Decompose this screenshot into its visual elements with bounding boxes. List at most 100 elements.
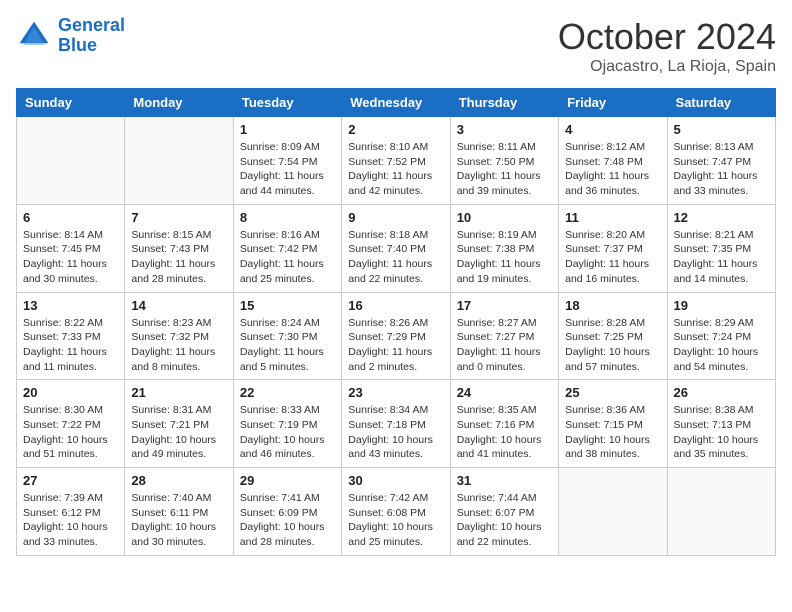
location: Ojacastro, La Rioja, Spain: [558, 58, 776, 76]
day-info: Sunrise: 7:40 AMSunset: 6:11 PMDaylight:…: [131, 491, 226, 550]
day-info: Sunrise: 7:42 AMSunset: 6:08 PMDaylight:…: [348, 491, 443, 550]
calendar-header-row: SundayMondayTuesdayWednesdayThursdayFrid…: [17, 89, 776, 117]
day-info: Sunrise: 8:11 AMSunset: 7:50 PMDaylight:…: [457, 140, 552, 199]
day-info: Sunrise: 8:15 AMSunset: 7:43 PMDaylight:…: [131, 228, 226, 287]
day-info: Sunrise: 8:26 AMSunset: 7:29 PMDaylight:…: [348, 316, 443, 375]
calendar-cell: [125, 117, 233, 205]
calendar-cell: 25 Sunrise: 8:36 AMSunset: 7:15 PMDayligh…: [559, 380, 667, 468]
day-number: 28: [131, 473, 226, 488]
day-number: 13: [23, 298, 118, 313]
day-info: Sunrise: 8:12 AMSunset: 7:48 PMDaylight:…: [565, 140, 660, 199]
month-title: October 2024: [558, 16, 776, 58]
day-number: 30: [348, 473, 443, 488]
calendar-cell: 16 Sunrise: 8:26 AMSunset: 7:29 PMDayligh…: [342, 292, 450, 380]
day-info: Sunrise: 8:27 AMSunset: 7:27 PMDaylight:…: [457, 316, 552, 375]
day-info: Sunrise: 8:13 AMSunset: 7:47 PMDaylight:…: [674, 140, 769, 199]
day-info: Sunrise: 8:14 AMSunset: 7:45 PMDaylight:…: [23, 228, 118, 287]
day-info: Sunrise: 7:41 AMSunset: 6:09 PMDaylight:…: [240, 491, 335, 550]
day-info: Sunrise: 8:38 AMSunset: 7:13 PMDaylight:…: [674, 403, 769, 462]
day-info: Sunrise: 8:30 AMSunset: 7:22 PMDaylight:…: [23, 403, 118, 462]
calendar-table: SundayMondayTuesdayWednesdayThursdayFrid…: [16, 88, 776, 556]
day-number: 12: [674, 210, 769, 225]
day-number: 31: [457, 473, 552, 488]
calendar-cell: 24Sunrise: 8:35 AMSunset: 7:16 PMDayligh…: [450, 380, 558, 468]
logo: General Blue: [16, 16, 125, 56]
calendar-cell: 7 Sunrise: 8:15 AMSunset: 7:43 PMDaylight…: [125, 204, 233, 292]
calendar-cell: 17Sunrise: 8:27 AMSunset: 7:27 PMDayligh…: [450, 292, 558, 380]
day-number: 15: [240, 298, 335, 313]
week-row: 1 Sunrise: 8:09 AMSunset: 7:54 PMDaylight…: [17, 117, 776, 205]
calendar-cell: 18 Sunrise: 8:28 AMSunset: 7:25 PMDayligh…: [559, 292, 667, 380]
day-info: Sunrise: 8:24 AMSunset: 7:30 PMDaylight:…: [240, 316, 335, 375]
calendar-cell: 27Sunrise: 7:39 AMSunset: 6:12 PMDayligh…: [17, 468, 125, 556]
calendar-cell: 13 Sunrise: 8:22 AMSunset: 7:33 PMDayligh…: [17, 292, 125, 380]
day-number: 8: [240, 210, 335, 225]
day-number: 11: [565, 210, 660, 225]
calendar-cell: 3 Sunrise: 8:11 AMSunset: 7:50 PMDaylight…: [450, 117, 558, 205]
calendar-cell: 22 Sunrise: 8:33 AMSunset: 7:19 PMDayligh…: [233, 380, 341, 468]
day-info: Sunrise: 8:09 AMSunset: 7:54 PMDaylight:…: [240, 140, 335, 199]
calendar-cell: 15 Sunrise: 8:24 AMSunset: 7:30 PMDayligh…: [233, 292, 341, 380]
calendar-cell: 29 Sunrise: 7:41 AMSunset: 6:09 PMDayligh…: [233, 468, 341, 556]
calendar-cell: [17, 117, 125, 205]
day-number: 23: [348, 385, 443, 400]
calendar-cell: 2 Sunrise: 8:10 AMSunset: 7:52 PMDaylight…: [342, 117, 450, 205]
day-info: Sunrise: 8:23 AMSunset: 7:32 PMDaylight:…: [131, 316, 226, 375]
day-number: 1: [240, 122, 335, 137]
calendar-cell: 9Sunrise: 8:18 AMSunset: 7:40 PMDaylight…: [342, 204, 450, 292]
calendar-cell: 10Sunrise: 8:19 AMSunset: 7:38 PMDayligh…: [450, 204, 558, 292]
calendar-cell: 21 Sunrise: 8:31 AMSunset: 7:21 PMDayligh…: [125, 380, 233, 468]
day-info: Sunrise: 8:20 AMSunset: 7:37 PMDaylight:…: [565, 228, 660, 287]
day-info: Sunrise: 8:31 AMSunset: 7:21 PMDaylight:…: [131, 403, 226, 462]
calendar-cell: 1 Sunrise: 8:09 AMSunset: 7:54 PMDaylight…: [233, 117, 341, 205]
day-info: Sunrise: 8:28 AMSunset: 7:25 PMDaylight:…: [565, 316, 660, 375]
day-info: Sunrise: 8:35 AMSunset: 7:16 PMDaylight:…: [457, 403, 552, 462]
day-number: 26: [674, 385, 769, 400]
day-of-week-header: Saturday: [667, 89, 775, 117]
calendar-cell: 28 Sunrise: 7:40 AMSunset: 6:11 PMDayligh…: [125, 468, 233, 556]
day-info: Sunrise: 8:36 AMSunset: 7:15 PMDaylight:…: [565, 403, 660, 462]
day-number: 25: [565, 385, 660, 400]
day-number: 21: [131, 385, 226, 400]
day-info: Sunrise: 8:22 AMSunset: 7:33 PMDaylight:…: [23, 316, 118, 375]
calendar-cell: [667, 468, 775, 556]
day-info: Sunrise: 8:21 AMSunset: 7:35 PMDaylight:…: [674, 228, 769, 287]
day-info: Sunrise: 8:16 AMSunset: 7:42 PMDaylight:…: [240, 228, 335, 287]
day-info: Sunrise: 8:29 AMSunset: 7:24 PMDaylight:…: [674, 316, 769, 375]
day-of-week-header: Friday: [559, 89, 667, 117]
day-of-week-header: Wednesday: [342, 89, 450, 117]
day-number: 22: [240, 385, 335, 400]
day-number: 18: [565, 298, 660, 313]
day-info: Sunrise: 8:33 AMSunset: 7:19 PMDaylight:…: [240, 403, 335, 462]
calendar-cell: 20Sunrise: 8:30 AMSunset: 7:22 PMDayligh…: [17, 380, 125, 468]
logo-icon: [16, 18, 52, 54]
week-row: 27Sunrise: 7:39 AMSunset: 6:12 PMDayligh…: [17, 468, 776, 556]
logo-line2: Blue: [58, 35, 97, 55]
calendar-cell: 26 Sunrise: 8:38 AMSunset: 7:13 PMDayligh…: [667, 380, 775, 468]
day-of-week-header: Sunday: [17, 89, 125, 117]
calendar-cell: 23Sunrise: 8:34 AMSunset: 7:18 PMDayligh…: [342, 380, 450, 468]
calendar-cell: 14Sunrise: 8:23 AMSunset: 7:32 PMDayligh…: [125, 292, 233, 380]
calendar-cell: 30 Sunrise: 7:42 AMSunset: 6:08 PMDayligh…: [342, 468, 450, 556]
day-number: 27: [23, 473, 118, 488]
day-of-week-header: Monday: [125, 89, 233, 117]
week-row: 20Sunrise: 8:30 AMSunset: 7:22 PMDayligh…: [17, 380, 776, 468]
title-block: October 2024 Ojacastro, La Rioja, Spain: [558, 16, 776, 76]
day-number: 7: [131, 210, 226, 225]
logo-line1: General: [58, 15, 125, 35]
calendar-cell: 5 Sunrise: 8:13 AMSunset: 7:47 PMDaylight…: [667, 117, 775, 205]
calendar-cell: 6Sunrise: 8:14 AMSunset: 7:45 PMDaylight…: [17, 204, 125, 292]
day-number: 5: [674, 122, 769, 137]
logo-text: General Blue: [58, 16, 125, 56]
calendar-cell: 31 Sunrise: 7:44 AMSunset: 6:07 PMDayligh…: [450, 468, 558, 556]
day-info: Sunrise: 7:44 AMSunset: 6:07 PMDaylight:…: [457, 491, 552, 550]
day-number: 4: [565, 122, 660, 137]
day-number: 16: [348, 298, 443, 313]
calendar-cell: 11 Sunrise: 8:20 AMSunset: 7:37 PMDayligh…: [559, 204, 667, 292]
week-row: 6Sunrise: 8:14 AMSunset: 7:45 PMDaylight…: [17, 204, 776, 292]
day-number: 3: [457, 122, 552, 137]
day-number: 2: [348, 122, 443, 137]
day-number: 29: [240, 473, 335, 488]
day-info: Sunrise: 8:10 AMSunset: 7:52 PMDaylight:…: [348, 140, 443, 199]
day-number: 10: [457, 210, 552, 225]
